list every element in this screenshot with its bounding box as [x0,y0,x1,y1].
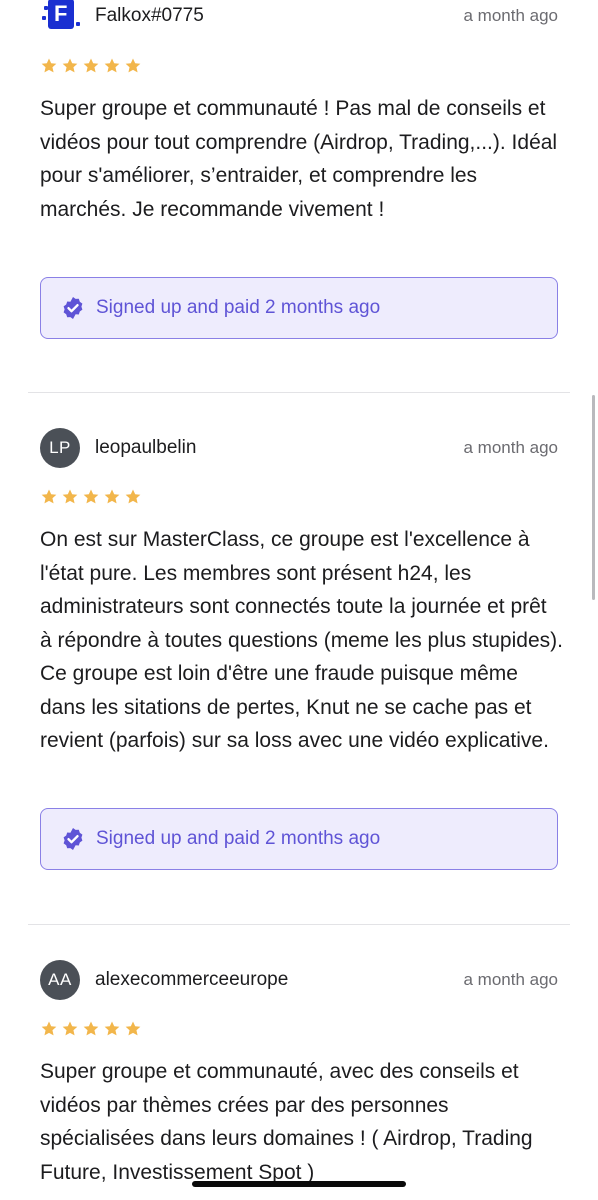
verified-text: Signed up and paid 2 months ago [96,297,381,318]
star-icon [83,489,99,504]
avatar[interactable]: F [40,0,80,36]
star-icon [83,1021,99,1036]
star-icon [104,1021,120,1036]
username[interactable]: Falkox#0775 [95,5,463,27]
review-header: F Falkox#0775 a month ago [40,0,558,36]
star-icon [83,58,99,73]
star-rating [40,488,142,506]
verified-purchase-badge: Signed up and paid 2 months ago [40,808,558,870]
star-icon [41,58,57,73]
star-icon [62,489,78,504]
home-indicator[interactable] [192,1181,406,1187]
reviews-page: F Falkox#0775 a month ago Super groupe e… [0,0,598,1200]
verified-purchase-badge: Signed up and paid 2 months ago [40,277,558,339]
star-icon [62,58,78,73]
logo-dot [76,22,80,26]
logo-icon: F [48,0,74,29]
avatar[interactable]: AA [40,960,80,1000]
logo-dot [42,16,46,20]
star-rating [40,57,142,75]
timestamp: a month ago [463,438,558,457]
verified-check-icon [63,828,83,850]
star-rating [40,1020,142,1038]
username[interactable]: leopaulbelin [95,437,463,459]
timestamp: a month ago [463,970,558,989]
star-icon [62,1021,78,1036]
verified-text: Signed up and paid 2 months ago [96,828,381,849]
review-header: LP leopaulbelin a month ago [40,428,558,468]
divider [28,924,570,925]
star-icon [41,1021,57,1036]
logo-dot [44,6,48,10]
divider [28,392,570,393]
star-icon [125,489,141,504]
timestamp: a month ago [463,6,558,25]
avatar[interactable]: LP [40,428,80,468]
review-text: Super groupe et communauté ! Pas mal de … [40,97,558,221]
username[interactable]: alexecommerceeurope [95,969,463,991]
review-text: On est sur MasterClass, ce groupe est l'… [40,528,563,752]
star-icon [125,1021,141,1036]
star-icon [104,58,120,73]
scrollbar[interactable] [592,395,595,600]
verified-check-icon [63,297,83,319]
star-icon [125,58,141,73]
review-header: AA alexecommerceeurope a month ago [40,960,558,1000]
star-icon [41,489,57,504]
review-text: Super groupe et communauté, avec des con… [40,1060,533,1184]
star-icon [104,489,120,504]
